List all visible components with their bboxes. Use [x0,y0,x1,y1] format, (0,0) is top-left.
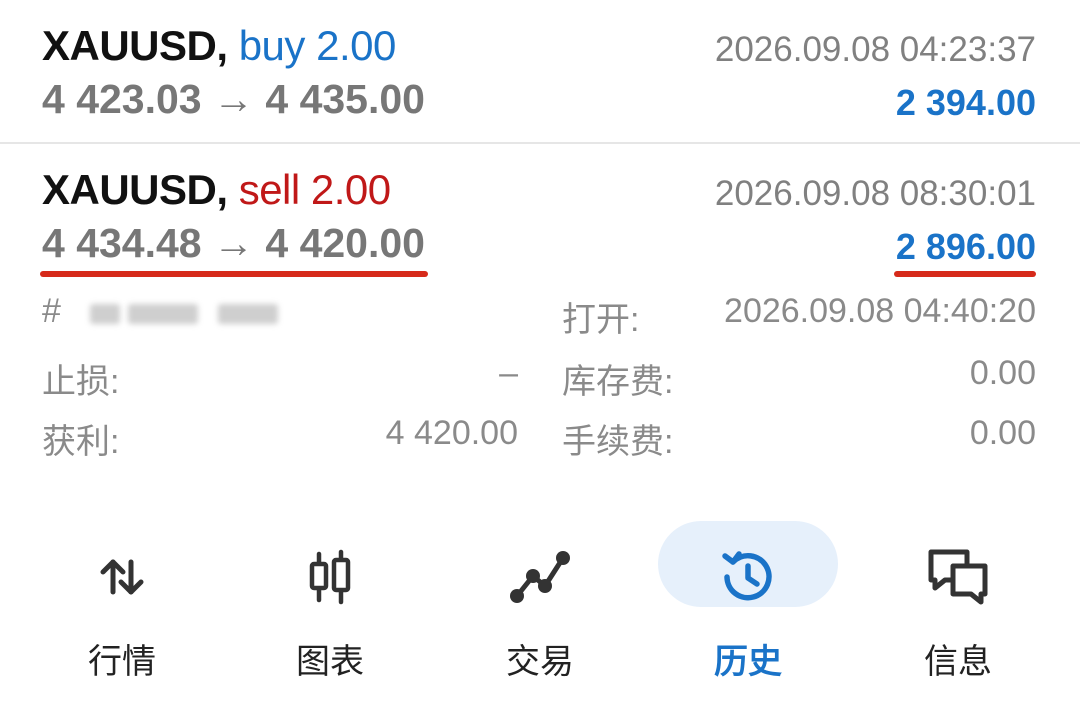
nav-label: 图表 [296,643,364,681]
ticket-prefix: # [42,292,61,330]
trade-prices: 4 434.48 → 4 420.00 [42,220,425,266]
stop-loss-label: 止损: [42,363,120,401]
chat-bubbles-icon [928,549,988,605]
trade-profit: 2 896.00 [895,226,1036,267]
candlestick-icon [309,549,351,605]
trade-symbol: XAUUSD, [42,22,228,69]
open-label: 打开: [562,301,640,339]
highlight-underline-prices [40,271,428,277]
ticket-redacted [90,304,120,324]
trade-symbol: XAUUSD, [42,166,228,213]
nav-tab-quotes[interactable]: 行情 [32,512,212,718]
nav-label: 历史 [714,643,782,681]
trade-row[interactable]: XAUUSD, buy 2.00 2026.09.08 04:23:37 4 4… [0,0,1080,144]
nav-label: 行情 [88,643,156,681]
stop-loss-value: – [499,354,518,392]
line-chart-icon [510,551,570,603]
swap-label: 库存费: [562,363,674,401]
nav-label: 信息 [924,643,992,681]
highlight-underline-profit [894,271,1036,277]
trade-profit: 2 394.00 [895,82,1036,123]
trade-time: 2026.09.08 08:30:01 [714,174,1036,213]
nav-tab-trade[interactable]: 交易 [450,512,630,718]
open-time: 2026.09.08 04:40:20 [724,292,1036,330]
up-down-arrows-icon [100,559,144,595]
nav-label: 交易 [506,643,574,681]
history-clock-icon [722,551,772,601]
trade-prices: 4 423.03 → 4 435.00 [42,76,425,122]
nav-tab-messages[interactable]: 信息 [868,512,1048,718]
ticket-redacted [128,304,198,324]
trade-history-screen: XAUUSD, buy 2.00 2026.09.08 04:23:37 4 4… [0,0,1080,718]
trade-direction: buy 2.00 [238,22,397,69]
nav-tab-history[interactable]: 历史 [658,512,838,718]
trade-direction: sell 2.00 [238,166,391,213]
take-profit-label: 获利: [42,423,120,461]
trade-title: XAUUSD, buy 2.00 [42,22,396,70]
commission-label: 手续费: [562,423,674,461]
nav-tab-chart[interactable]: 图表 [240,512,420,718]
trade-time: 2026.09.08 04:23:37 [714,30,1036,69]
commission-value: 0.00 [969,414,1036,452]
bottom-navigation: 行情 图表 交易 历史 信息 [0,512,1080,718]
ticket-redacted [218,304,278,324]
trade-title: XAUUSD, sell 2.00 [42,166,391,214]
take-profit-value: 4 420.00 [385,414,518,452]
swap-value: 0.00 [969,354,1036,392]
